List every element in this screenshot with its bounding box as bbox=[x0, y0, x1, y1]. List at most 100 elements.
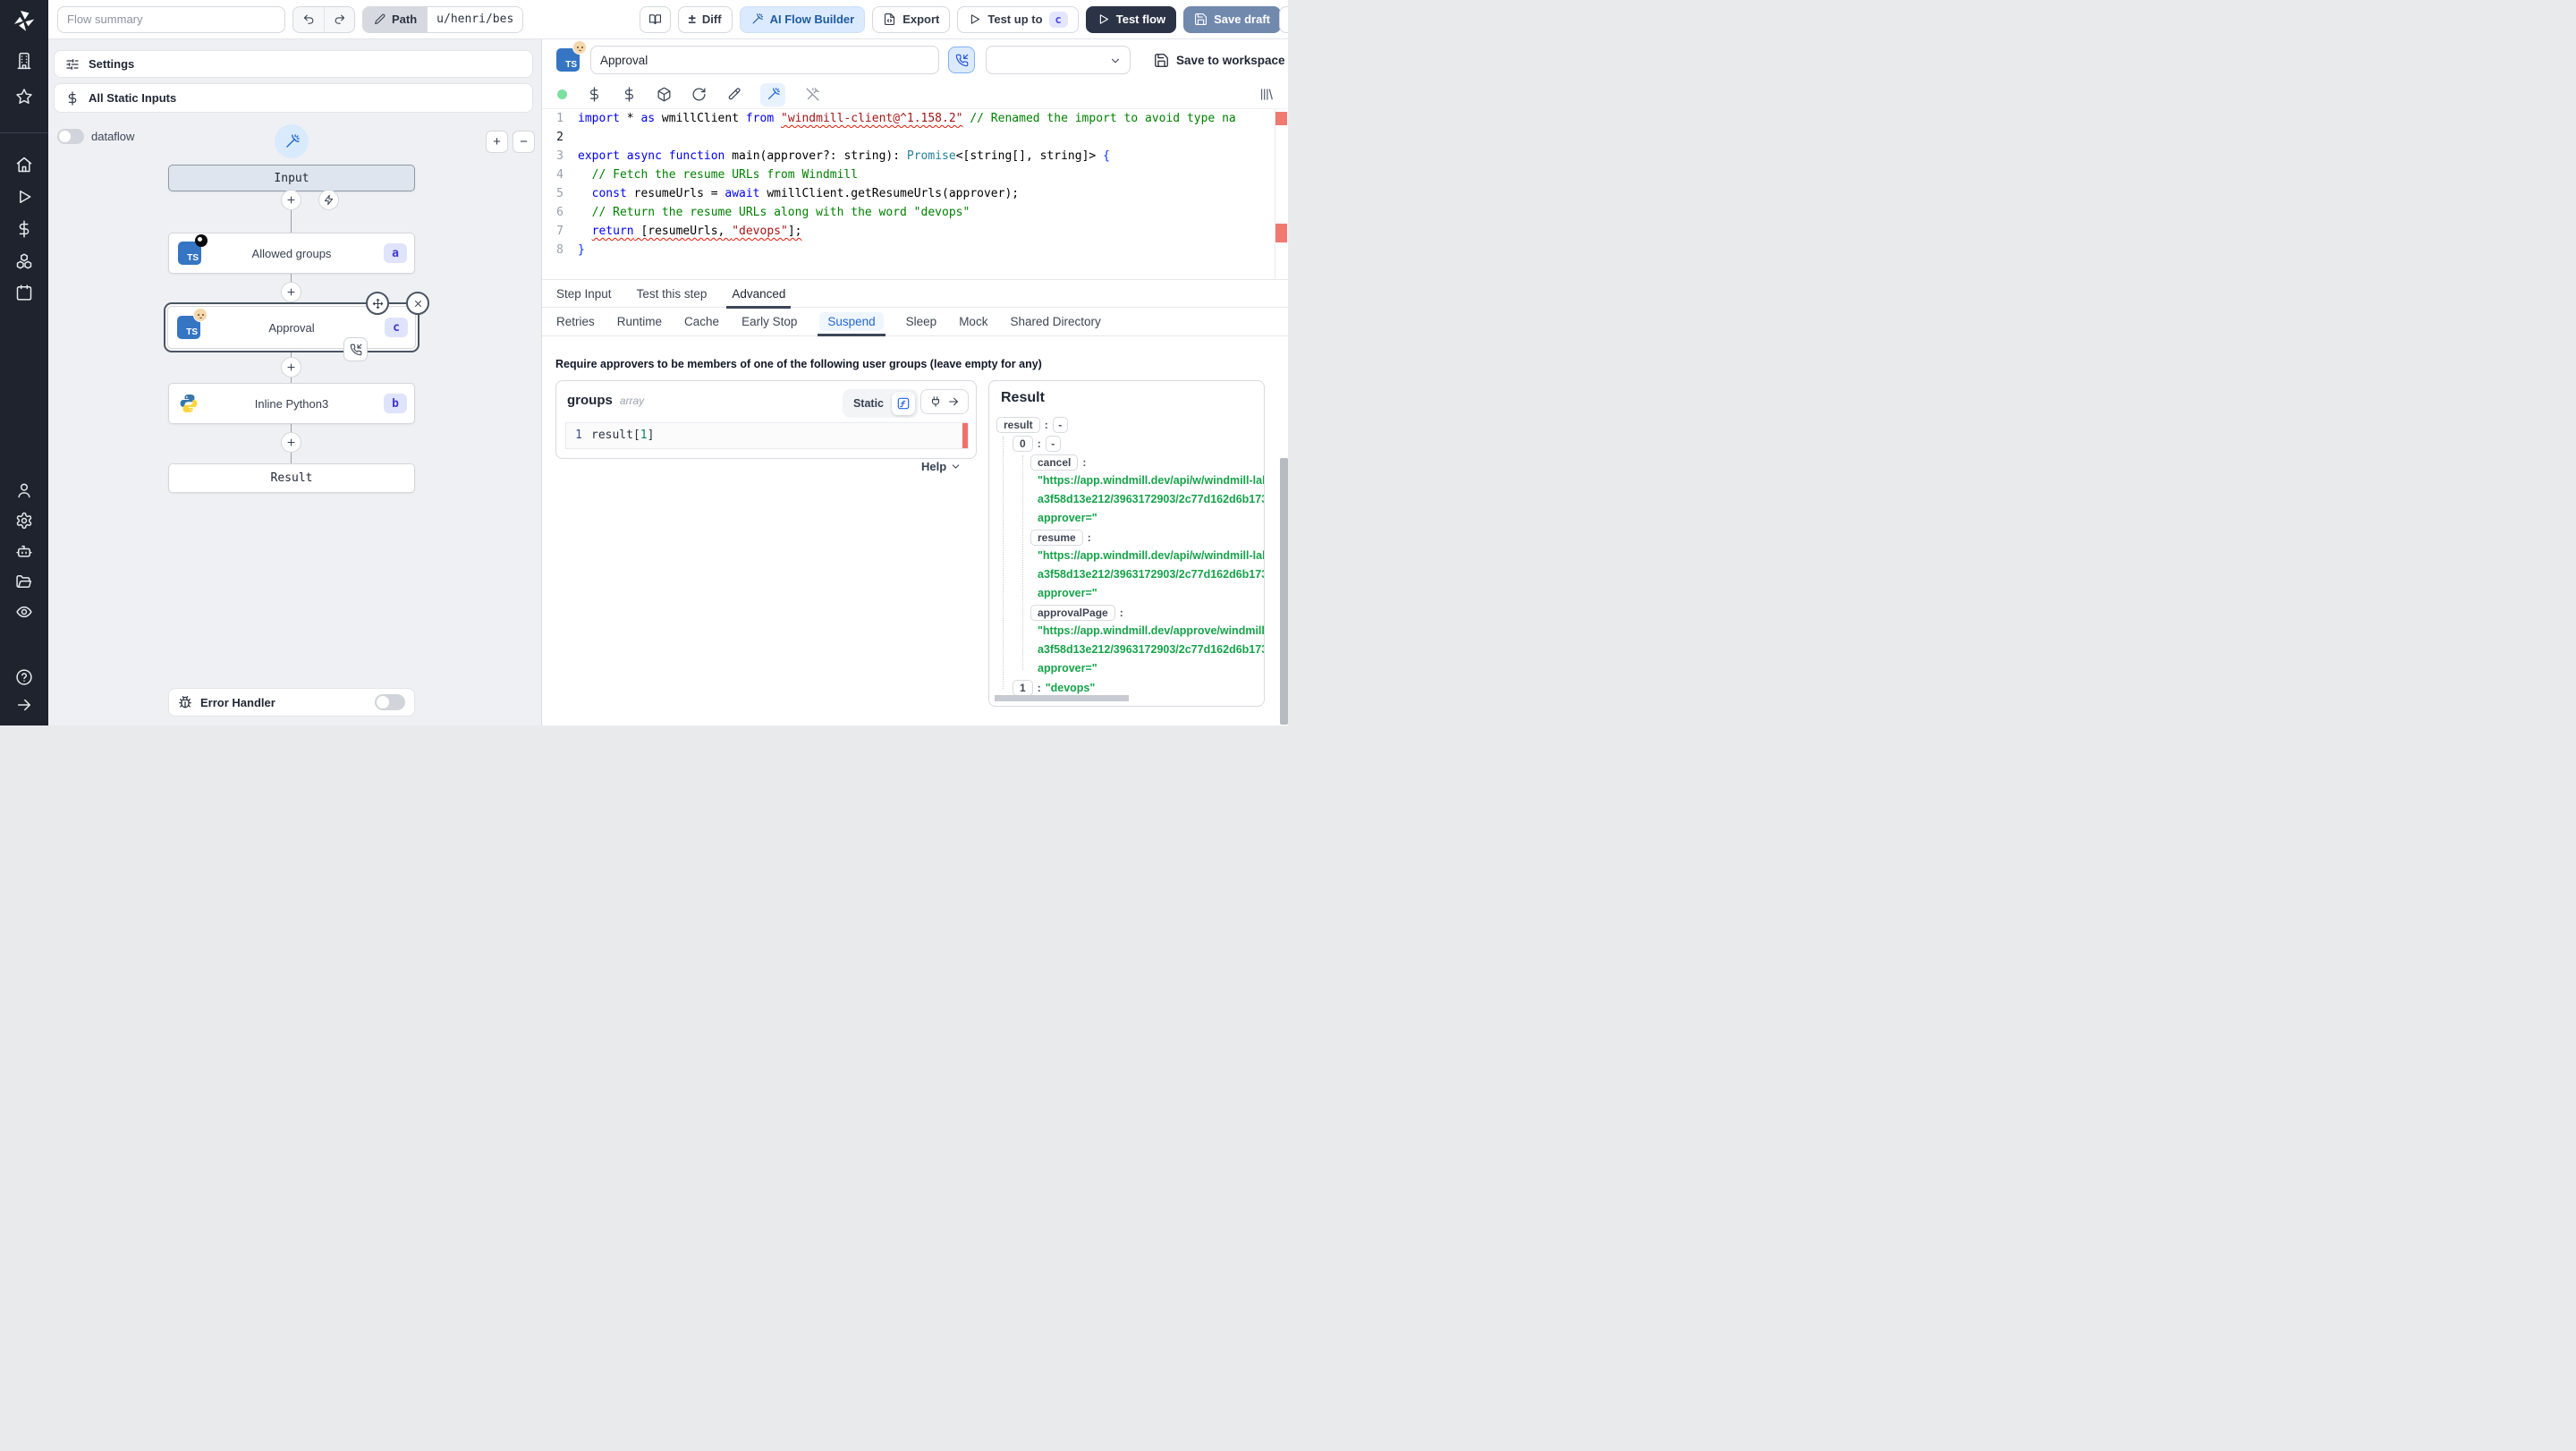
collapse-toggle[interactable]: - bbox=[1052, 416, 1068, 433]
groups-expression-editor[interactable]: 1 result[1] bbox=[565, 422, 969, 449]
ai-flow-builder-button[interactable]: AI Flow Builder bbox=[739, 5, 866, 33]
help-link[interactable]: Help bbox=[921, 460, 962, 473]
audit-logs-icon[interactable] bbox=[15, 603, 33, 621]
resources-icon[interactable] bbox=[15, 252, 33, 270]
workers-icon[interactable] bbox=[15, 542, 33, 560]
subtab-suspend[interactable]: Suspend bbox=[818, 312, 886, 336]
reload-icon[interactable] bbox=[691, 87, 707, 103]
step-name-input[interactable] bbox=[590, 46, 939, 74]
variables-picker-icon[interactable] bbox=[586, 87, 602, 103]
undo-button[interactable] bbox=[293, 7, 324, 32]
ai-graph-assistant-button[interactable] bbox=[275, 124, 309, 158]
tab-step-input[interactable]: Step Input bbox=[556, 287, 612, 301]
horizontal-scrollbar[interactable] bbox=[995, 695, 1129, 701]
redo-button[interactable] bbox=[324, 6, 354, 32]
clipped-button[interactable] bbox=[1279, 6, 1288, 33]
flow-node-input[interactable]: Input bbox=[168, 165, 415, 191]
runs-icon[interactable] bbox=[15, 188, 33, 206]
result-key[interactable]: 1 bbox=[1013, 679, 1033, 696]
result-key[interactable]: cancel bbox=[1030, 454, 1079, 471]
move-step-button[interactable] bbox=[366, 292, 389, 315]
code-line[interactable]: 3 export async function main(approver?: s… bbox=[542, 147, 1288, 165]
delete-step-button[interactable] bbox=[406, 292, 429, 315]
flow-node-result[interactable]: Result bbox=[168, 463, 415, 493]
ai-gen-icon[interactable] bbox=[760, 82, 785, 106]
test-up-to-button[interactable]: Test up to c bbox=[957, 5, 1079, 33]
tab-test-this-step[interactable]: Test this step bbox=[637, 287, 708, 301]
result-entry-approvalPage[interactable]: approvalPage: bbox=[989, 603, 1264, 622]
collapse-toggle[interactable]: - bbox=[1045, 435, 1061, 452]
flow-node-inline-python3[interactable]: Inline Python3 b bbox=[168, 383, 415, 424]
format-icon[interactable] bbox=[725, 87, 741, 103]
export-button[interactable]: Export bbox=[872, 5, 951, 33]
subtab-sleep[interactable]: Sleep bbox=[906, 315, 937, 328]
windmill-logo-icon[interactable] bbox=[11, 7, 38, 34]
code-editor[interactable]: 1 import * as wmillClient from "windmill-… bbox=[542, 109, 1288, 279]
code-line[interactable]: 5 const resumeUrls = await wmillClient.g… bbox=[542, 184, 1288, 203]
workspace-icon[interactable] bbox=[15, 52, 33, 70]
result-key[interactable]: 0 bbox=[1013, 435, 1033, 452]
approval-toggle-button[interactable] bbox=[948, 47, 975, 73]
settings-icon[interactable] bbox=[15, 512, 33, 530]
add-step-button[interactable] bbox=[281, 282, 301, 302]
code-line[interactable]: 7 return [resumeUrls, "devops"]; bbox=[542, 222, 1288, 241]
add-step-button[interactable] bbox=[281, 357, 301, 378]
zoom-in-button[interactable]: + bbox=[486, 131, 508, 153]
library-icon[interactable] bbox=[1258, 87, 1274, 103]
result-entry-result[interactable]: result: - bbox=[989, 415, 1264, 434]
code-line[interactable]: 1 import * as wmillClient from "windmill-… bbox=[542, 109, 1288, 128]
flow-settings-row[interactable]: Settings bbox=[54, 50, 533, 78]
schedules-icon[interactable] bbox=[15, 284, 33, 301]
subtab-mock[interactable]: Mock bbox=[959, 315, 987, 328]
subtab-early-stop[interactable]: Early Stop bbox=[741, 315, 797, 328]
subtab-runtime[interactable]: Runtime bbox=[617, 315, 662, 328]
result-entry-0[interactable]: 0:- bbox=[989, 434, 1264, 453]
tab-advanced[interactable]: Advanced bbox=[726, 287, 792, 309]
help-icon[interactable] bbox=[15, 668, 33, 686]
error-handler-row[interactable]: Error Handler bbox=[168, 688, 415, 717]
add-step-button[interactable] bbox=[281, 190, 301, 210]
code-line[interactable]: 6 // Return the resume URLs along with t… bbox=[542, 203, 1288, 222]
package-icon[interactable] bbox=[656, 87, 672, 103]
result-key[interactable]: approvalPage bbox=[1030, 604, 1115, 621]
subtab-cache[interactable]: Cache bbox=[684, 315, 719, 328]
zoom-out-button[interactable]: − bbox=[513, 131, 535, 153]
result-entry-resume[interactable]: resume: bbox=[989, 528, 1264, 547]
expand-sidebar-icon[interactable] bbox=[15, 696, 33, 714]
docs-button[interactable] bbox=[639, 5, 671, 33]
add-step-button[interactable] bbox=[281, 432, 301, 453]
variables-icon[interactable] bbox=[15, 220, 33, 238]
all-static-inputs-row[interactable]: All Static Inputs bbox=[54, 83, 533, 113]
code-line[interactable]: 4 // Fetch the resume URLs from Windmill bbox=[542, 165, 1288, 184]
diff-button[interactable]: ± Diff bbox=[677, 5, 733, 33]
result-key[interactable]: result bbox=[996, 416, 1040, 433]
result-key[interactable]: resume bbox=[1030, 529, 1083, 546]
flow-summary-input[interactable] bbox=[57, 5, 285, 33]
test-flow-button[interactable]: Test flow bbox=[1085, 5, 1177, 33]
path-control[interactable]: Path u/henri/bes bbox=[362, 5, 524, 33]
dataflow-toggle[interactable] bbox=[57, 129, 84, 144]
code-line[interactable]: 8} bbox=[542, 241, 1288, 259]
resources-picker-icon[interactable] bbox=[621, 87, 637, 103]
result-entry-1[interactable]: 1: "devops" bbox=[989, 678, 1264, 697]
error-handler-toggle[interactable] bbox=[375, 694, 405, 710]
save-to-workspace-button[interactable]: Save to workspace bbox=[1154, 53, 1285, 68]
connect-input-button[interactable] bbox=[920, 389, 969, 414]
users-icon[interactable] bbox=[15, 481, 33, 499]
approval-step-indicator[interactable] bbox=[343, 337, 368, 361]
ai-gen-off-icon[interactable] bbox=[804, 87, 820, 103]
function-expr-button[interactable] bbox=[892, 392, 915, 415]
home-icon[interactable] bbox=[15, 156, 33, 174]
result-entry-cancel[interactable]: cancel: bbox=[989, 453, 1264, 471]
static-label[interactable]: Static bbox=[853, 397, 884, 410]
code-line[interactable]: 2 bbox=[542, 128, 1288, 147]
flow-node-allowed-groups[interactable]: TS Allowed groups a bbox=[168, 233, 415, 274]
save-draft-button[interactable]: Save draft bbox=[1183, 5, 1281, 33]
vertical-scrollbar[interactable] bbox=[1280, 458, 1288, 725]
add-trigger-button[interactable] bbox=[318, 190, 339, 210]
subtab-retries[interactable]: Retries bbox=[556, 315, 595, 328]
favorites-icon[interactable] bbox=[15, 88, 33, 106]
subtab-shared-directory[interactable]: Shared Directory bbox=[1010, 315, 1100, 328]
folders-icon[interactable] bbox=[15, 573, 33, 590]
script-kind-select[interactable] bbox=[986, 46, 1131, 74]
